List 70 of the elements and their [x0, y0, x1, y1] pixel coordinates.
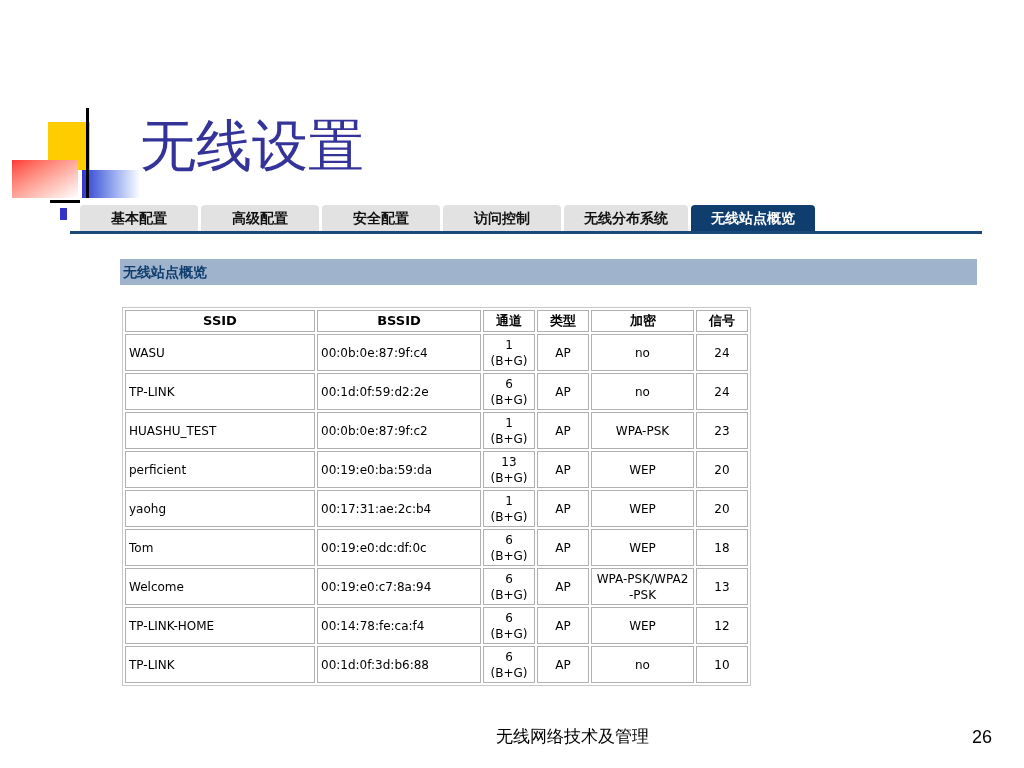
table-cell: 24 — [696, 373, 748, 410]
table-cell: 00:1d:0f:3d:b6:88 — [317, 646, 481, 683]
table-cell: 00:17:31:ae:2c:b4 — [317, 490, 481, 527]
slide-footer: 无线网络技术及管理 — [430, 724, 714, 750]
table-cell: AP — [537, 412, 589, 449]
column-header: 通道 — [483, 310, 535, 332]
table-cell: HUASHU_TEST — [125, 412, 315, 449]
table-cell: no — [591, 334, 694, 371]
table-cell: 20 — [696, 490, 748, 527]
table-cell: 10 — [696, 646, 748, 683]
table-cell: Tom — [125, 529, 315, 566]
table-cell: Welcome — [125, 568, 315, 605]
tab[interactable]: 高级配置 — [201, 205, 319, 231]
table-cell: 13 (B+G) — [483, 451, 535, 488]
table-cell: AP — [537, 607, 589, 644]
table-cell: TP-LINK-HOME — [125, 607, 315, 644]
table-cell: 00:1d:0f:59:d2:2e — [317, 373, 481, 410]
table-cell: 12 — [696, 607, 748, 644]
section-header: 无线站点概览 — [120, 259, 977, 285]
column-header: SSID — [125, 310, 315, 332]
table-cell: 00:0b:0e:87:9f:c2 — [317, 412, 481, 449]
table-cell: 13 — [696, 568, 748, 605]
table-cell: 18 — [696, 529, 748, 566]
tab[interactable]: 访问控制 — [443, 205, 561, 231]
table-cell: AP — [537, 529, 589, 566]
table-cell: 1 (B+G) — [483, 334, 535, 371]
table-cell: no — [591, 646, 694, 683]
table-cell: WEP — [591, 529, 694, 566]
table-cell: WASU — [125, 334, 315, 371]
table-cell: TP-LINK — [125, 373, 315, 410]
column-header: BSSID — [317, 310, 481, 332]
table-cell: 6 (B+G) — [483, 373, 535, 410]
table-cell: TP-LINK — [125, 646, 315, 683]
table-cell: AP — [537, 646, 589, 683]
table-cell: AP — [537, 334, 589, 371]
column-header: 类型 — [537, 310, 589, 332]
table-cell: 6 (B+G) — [483, 646, 535, 683]
table-cell: 24 — [696, 334, 748, 371]
tab[interactable]: 无线分布系统 — [564, 205, 688, 231]
slide-title: 无线设置 — [140, 112, 364, 180]
table-cell: AP — [537, 373, 589, 410]
table-cell: 00:19:e0:c7:8a:94 — [317, 568, 481, 605]
table-cell: 00:19:e0:ba:59:da — [317, 451, 481, 488]
table-cell: 6 (B+G) — [483, 568, 535, 605]
table-cell: perficient — [125, 451, 315, 488]
table-cell: AP — [537, 568, 589, 605]
table-cell: 1 (B+G) — [483, 412, 535, 449]
table-cell: 1 (B+G) — [483, 490, 535, 527]
table-cell: 20 — [696, 451, 748, 488]
table-cell: no — [591, 373, 694, 410]
table-cell: WEP — [591, 607, 694, 644]
table-cell: 00:19:e0:dc:df:0c — [317, 529, 481, 566]
table-cell: AP — [537, 451, 589, 488]
tab[interactable]: 基本配置 — [80, 205, 198, 231]
table-cell: WEP — [591, 451, 694, 488]
table-cell: 23 — [696, 412, 748, 449]
page-number: 26 — [971, 726, 992, 749]
table-cell: 6 (B+G) — [483, 529, 535, 566]
column-header: 加密 — [591, 310, 694, 332]
table-cell: AP — [537, 490, 589, 527]
table-cell: WPA-PSK/WPA2-PSK — [591, 568, 694, 605]
table-cell: WEP — [591, 490, 694, 527]
tab[interactable]: 无线站点概览 — [691, 205, 815, 231]
tab[interactable]: 安全配置 — [322, 205, 440, 231]
table-cell: 6 (B+G) — [483, 607, 535, 644]
table-cell: WPA-PSK — [591, 412, 694, 449]
table-cell: 00:0b:0e:87:9f:c4 — [317, 334, 481, 371]
column-header: 信号 — [696, 310, 748, 332]
table-cell: 00:14:78:fe:ca:f4 — [317, 607, 481, 644]
table-cell: yaohg — [125, 490, 315, 527]
